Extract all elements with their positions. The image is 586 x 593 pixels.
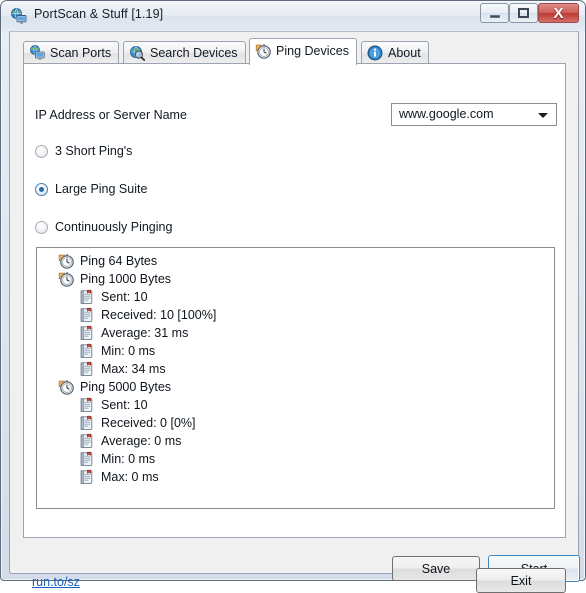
document-icon — [80, 451, 93, 466]
info-circle-icon — [367, 45, 383, 61]
document-icon — [80, 433, 93, 448]
stopwatch-icon — [58, 380, 74, 395]
client-area: Scan Ports Search Devices Ping Devices A… — [9, 31, 580, 593]
tab-scan-ports[interactable]: Scan Ports — [23, 41, 120, 64]
website-link[interactable]: run.to/sz — [32, 575, 80, 589]
tree-row[interactable]: Min: 0 ms — [37, 450, 554, 468]
minimize-button[interactable] — [480, 3, 509, 23]
stopwatch-icon — [255, 44, 271, 59]
tree-row-label: Average: 31 ms — [101, 326, 189, 340]
tree-row-label: Max: 34 ms — [101, 362, 166, 376]
globe-monitor-icon — [30, 45, 45, 60]
document-icon — [80, 343, 93, 358]
tree-row[interactable]: Max: 0 ms — [37, 468, 554, 486]
close-icon: X — [539, 4, 578, 22]
tree-row-label: Ping 64 Bytes — [80, 254, 158, 268]
tree-row[interactable]: Received: 10 [100%] — [37, 306, 554, 324]
window-title: PortScan & Stuff [1.19] — [34, 7, 164, 21]
radio-3-short-pings[interactable]: 3 Short Ping's — [35, 143, 132, 159]
radio-label: Large Ping Suite — [55, 182, 148, 196]
tree-row-label: Received: 10 [100%] — [101, 308, 217, 322]
tree-row[interactable]: Ping 64 Bytes — [37, 252, 554, 270]
application-window: PortScan & Stuff [1.19] X Scan Ports Sea… — [0, 0, 586, 593]
globe-magnifier-icon — [130, 46, 145, 61]
tree-row-label: Max: 0 ms — [101, 470, 159, 484]
tab-about[interactable]: About — [361, 41, 429, 64]
tab-label: Search Devices — [150, 46, 238, 60]
tree-row-label: Sent: 10 — [101, 398, 148, 412]
tree-row-label: Received: 0 [0%] — [101, 416, 196, 430]
tree-row[interactable]: Max: 34 ms — [37, 360, 554, 378]
tree-row-label: Ping 5000 Bytes — [80, 380, 172, 394]
stopwatch-icon — [58, 272, 74, 287]
title-bar[interactable]: PortScan & Stuff [1.19] X — [1, 1, 585, 31]
ping-results-tree[interactable]: Ping 64 Bytes Ping 1000 Bytes Sent: 10 R… — [36, 247, 555, 509]
tree-row-label: Min: 0 ms — [101, 452, 156, 466]
tree-row-label: Min: 0 ms — [101, 344, 156, 358]
tab-label: Scan Ports — [50, 46, 112, 60]
maximize-button[interactable] — [509, 3, 538, 23]
tab-label: About — [388, 46, 421, 60]
tree-row[interactable]: Average: 31 ms — [37, 324, 554, 342]
close-button[interactable]: X — [538, 3, 579, 23]
radio-large-ping-suite[interactable]: Large Ping Suite — [35, 181, 147, 197]
tab-ping-devices[interactable]: Ping Devices — [249, 38, 357, 65]
document-icon — [80, 289, 93, 304]
tab-strip: Scan Ports Search Devices Ping Devices A… — [23, 38, 566, 65]
minimize-icon — [481, 4, 508, 22]
save-button[interactable]: Save — [392, 556, 480, 581]
tree-row[interactable]: Ping 5000 Bytes — [37, 378, 554, 396]
chevron-down-icon[interactable] — [538, 113, 548, 118]
tree-row[interactable]: Average: 0 ms — [37, 432, 554, 450]
radio-continuously-pinging[interactable]: Continuously Pinging — [35, 219, 172, 235]
tab-label: Ping Devices — [276, 44, 349, 58]
combobox-value: www.google.com — [399, 107, 494, 121]
document-icon — [80, 415, 93, 430]
tree-row-label: Ping 1000 Bytes — [80, 272, 172, 286]
app-icon — [11, 8, 27, 24]
ping-devices-panel: IP Address or Server Name www.google.com… — [23, 64, 580, 582]
tree-row[interactable]: Sent: 10 — [37, 396, 554, 414]
tree-row[interactable]: Min: 0 ms — [37, 342, 554, 360]
document-icon — [80, 361, 93, 376]
tree-row[interactable]: Sent: 10 — [37, 288, 554, 306]
tree-row-label: Average: 0 ms — [101, 434, 182, 448]
radio-indicator — [35, 144, 48, 158]
stopwatch-icon — [58, 254, 74, 269]
tree-row[interactable]: Received: 0 [0%] — [37, 414, 554, 432]
tree-row[interactable]: Ping 1000 Bytes — [37, 270, 554, 288]
radio-indicator — [35, 220, 48, 234]
document-icon — [80, 469, 93, 484]
tab-search-devices[interactable]: Search Devices — [123, 41, 246, 64]
ip-address-label: IP Address or Server Name — [35, 108, 187, 122]
document-icon — [80, 325, 93, 340]
tree-row-label: Sent: 10 — [101, 290, 148, 304]
radio-indicator-selected — [35, 182, 48, 196]
radio-label: 3 Short Ping's — [55, 144, 133, 158]
document-icon — [80, 307, 93, 322]
document-icon — [80, 397, 93, 412]
close-glyph: X — [553, 4, 564, 22]
radio-label: Continuously Pinging — [55, 220, 173, 234]
server-name-combobox[interactable]: www.google.com — [391, 103, 557, 126]
maximize-icon — [510, 4, 537, 22]
